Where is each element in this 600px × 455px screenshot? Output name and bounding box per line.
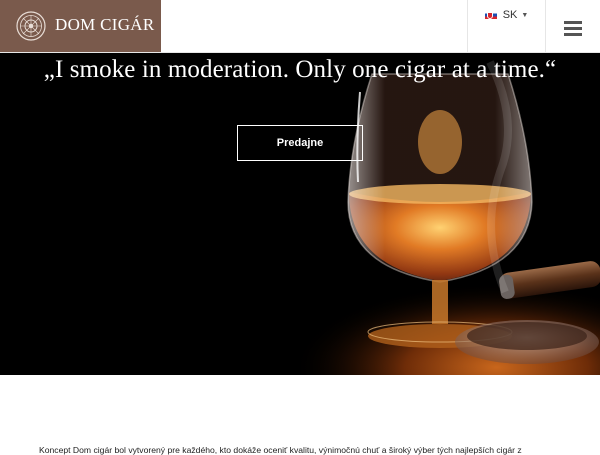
caret-down-icon: ▼ (521, 11, 529, 19)
logo[interactable]: DOM CIGÁR (0, 0, 161, 52)
stores-button[interactable]: Predajne (237, 125, 363, 161)
hamburger-menu-icon (563, 21, 582, 37)
hero-quote: „I smoke in moderation. Only one cigar a… (43, 56, 557, 83)
hero-banner: „I smoke in moderation. Only one cigar a… (0, 52, 600, 375)
cognac-cigar-image (0, 52, 600, 375)
site-header: DOM CIGÁR SK ▼ (0, 0, 600, 53)
menu-button[interactable] (545, 0, 600, 52)
slovakia-flag-icon (484, 11, 497, 19)
ornamental-seal-icon (16, 11, 46, 41)
language-selector[interactable]: SK ▼ (467, 0, 546, 52)
language-label: SK (502, 9, 518, 21)
logo-text: DOM CIGÁR (55, 15, 155, 34)
